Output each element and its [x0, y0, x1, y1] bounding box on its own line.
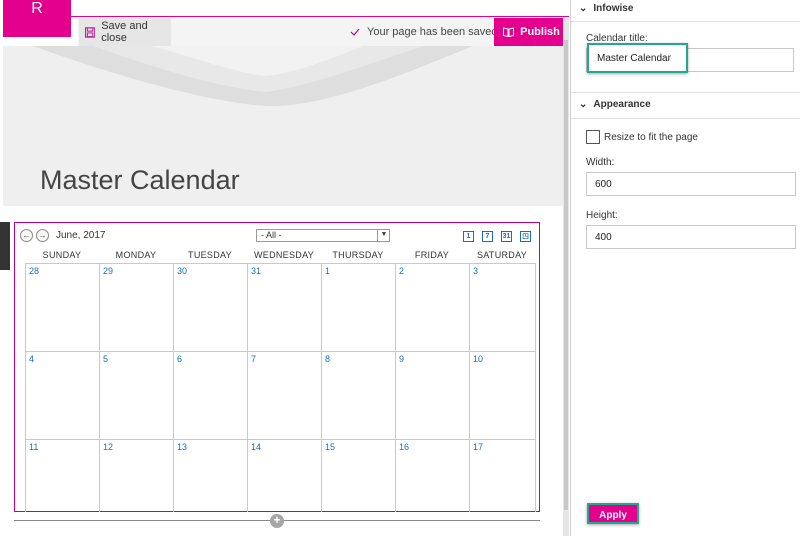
calendar-day[interactable]: 4 [29, 354, 34, 364]
chevron-down-icon: ⌄ [579, 3, 588, 14]
apply-button[interactable]: Apply [587, 503, 639, 524]
calendar-month-label: June, 2017 [56, 230, 106, 241]
calendar-grid-line [25, 263, 26, 512]
previous-month-button[interactable]: ← [20, 229, 33, 242]
calendar-day[interactable]: 9 [399, 354, 404, 364]
height-label: Height: [586, 210, 618, 221]
arrow-left-icon: ← [22, 231, 31, 240]
appearance-section-header[interactable]: ⌄ Appearance [579, 99, 651, 110]
chevron-down-icon[interactable]: ▼ [377, 229, 390, 242]
add-section-button[interactable]: + [270, 514, 284, 528]
calendar-day[interactable]: 31 [251, 266, 261, 276]
infowise-section-title: Infowise [593, 3, 634, 14]
section-divider [571, 21, 800, 22]
avatar[interactable]: R [3, 0, 71, 37]
page-editor: R Save and close Your page has been save… [0, 0, 570, 536]
calendar-title-input[interactable]: Master Calendar [587, 43, 688, 73]
week-view-icon[interactable]: 7 [482, 231, 493, 242]
editor-scrollbar-thumb[interactable] [564, 40, 568, 510]
calendar-day[interactable]: 16 [399, 442, 409, 452]
save-status: Your page has been saved [350, 18, 497, 46]
calendar-day[interactable]: 10 [473, 354, 483, 364]
day-header-wednesday: WEDNESDAY [253, 250, 315, 260]
section-divider [571, 92, 800, 93]
resize-to-fit-checkbox[interactable] [586, 130, 600, 144]
save-and-close-button[interactable]: Save and close [79, 18, 171, 46]
publish-label: Publish [520, 26, 560, 38]
calendar-day[interactable]: 17 [473, 442, 483, 452]
calendar-day[interactable]: 14 [251, 442, 261, 452]
next-month-button[interactable]: → [36, 229, 49, 242]
appearance-section-title: Appearance [593, 99, 651, 110]
save-status-text: Your page has been saved [367, 26, 498, 38]
arrow-right-icon: → [38, 231, 47, 240]
day-header-saturday: SATURDAY [476, 250, 528, 260]
calendar-grid-line [25, 351, 535, 352]
infowise-section-header[interactable]: ⌄ Infowise [579, 3, 633, 14]
book-icon [503, 27, 515, 37]
section-divider [571, 118, 800, 119]
month-view-icon[interactable]: 31 [501, 231, 512, 242]
calendar-grid-line [469, 263, 470, 512]
calendar-grid-line [247, 263, 248, 512]
calendar-grid-line [99, 263, 100, 512]
day-header-sunday: SUNDAY [42, 250, 82, 260]
width-input[interactable]: 600 [586, 172, 796, 196]
calendar-day[interactable]: 6 [177, 354, 182, 364]
width-label: Width: [586, 157, 615, 168]
calendar-day[interactable]: 5 [103, 354, 108, 364]
property-pane: ⌄ Infowise Calendar title: Master Calend… [570, 0, 800, 536]
calendar-grid-line [395, 263, 396, 512]
calendar-day[interactable]: 7 [251, 354, 256, 364]
calendar-day[interactable]: 30 [177, 266, 187, 276]
day-view-icon[interactable]: 1 [463, 231, 474, 242]
calendar-day[interactable]: 12 [103, 442, 113, 452]
publish-button[interactable]: Publish [494, 18, 569, 46]
export-view-icon[interactable]: ◳ [520, 231, 531, 242]
calendar-grid-line [173, 263, 174, 512]
plus-icon: + [273, 513, 281, 527]
calendar-filter-select[interactable]: - All - [256, 229, 390, 242]
calendar-day[interactable]: 28 [29, 266, 39, 276]
webpart-toolbar-tab[interactable] [0, 222, 10, 270]
calendar-grid-line [321, 263, 322, 512]
calendar-day[interactable]: 29 [103, 266, 113, 276]
calendar-day[interactable]: 11 [29, 442, 38, 452]
checkmark-icon [350, 28, 360, 36]
calendar-grid-line [25, 439, 535, 440]
day-header-friday: FRIDAY [414, 250, 450, 260]
calendar-day[interactable]: 1 [325, 266, 330, 276]
top-divider [71, 16, 569, 17]
calendar-day[interactable]: 2 [399, 266, 404, 276]
resize-to-fit-label: Resize to fit the page [604, 132, 698, 143]
day-header-thursday: THURSDAY [332, 250, 384, 260]
calendar-grid-line [25, 263, 535, 264]
calendar-day[interactable]: 13 [177, 442, 187, 452]
calendar-day[interactable]: 3 [473, 266, 478, 276]
calendar-webpart[interactable] [14, 222, 540, 512]
chevron-down-icon: ⌄ [579, 99, 588, 110]
calendar-grid-line [535, 263, 536, 512]
day-header-tuesday: TUESDAY [188, 250, 232, 260]
calendar-day[interactable]: 15 [325, 442, 335, 452]
calendar-day[interactable]: 8 [325, 354, 330, 364]
floppy-disk-icon [85, 26, 96, 38]
save-and-close-label: Save and close [101, 20, 148, 44]
day-header-monday: MONDAY [115, 250, 157, 260]
height-input[interactable]: 400 [586, 225, 796, 249]
page-title[interactable]: Master Calendar [40, 165, 240, 196]
